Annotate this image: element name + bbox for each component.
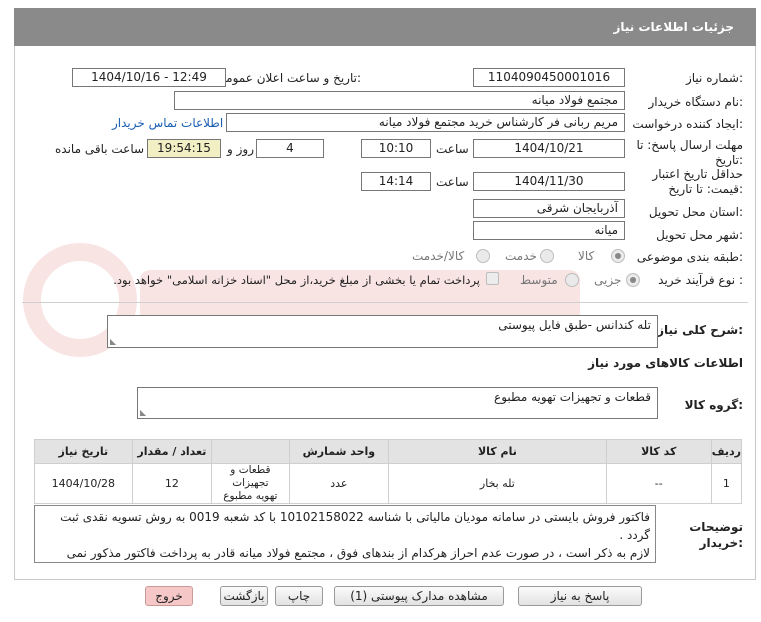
print-button[interactable]: چاپ [275,586,323,606]
cell-code: -- [605,463,712,504]
city-label: شهر محل تحویل: [656,228,743,242]
price-validity-label-line1: حداقل تاریخ اعتبار [652,167,743,181]
summary-label: شرح کلی نیاز: [657,323,743,337]
col-header-name: نام کالا [388,439,607,464]
need-number-field: 1104090450001016 [473,68,625,87]
category-radio-service[interactable] [540,249,554,263]
col-header-group [211,439,290,464]
category-label: طبقه بندی موضوعی: [636,250,743,264]
buyer-notes-line2: لازم به ذکر است ، در صورت عدم احراز هرکد… [66,546,650,560]
goods-group-text: قطعات و تجهیزات تهویه مطبوع [494,390,651,404]
cell-group-line2: تهویه مطبوع [223,490,278,502]
price-validity-time-label: ساعت [436,175,469,189]
days-label: روز و [227,142,254,156]
remaining-time-label: ساعت باقی مانده [55,142,145,156]
category-option-service: خدمت [505,249,537,263]
col-header-code: کد کالا [605,439,712,464]
deadline-time-label: ساعت [436,142,469,156]
purchase-option-medium: متوسط [520,273,558,287]
price-validity-label-line2: قیمت: تا تاریخ: [668,182,743,196]
deadline-label-line2: تاریخ: [715,153,743,167]
cell-row: 1 [710,463,743,504]
remaining-time-field: 19:54:15 [147,139,221,158]
goods-table: ردیف کد کالا نام کالا واحد شمارش تعداد /… [34,439,743,504]
goods-info-title: اطلاعات کالاهای مورد نیاز [588,356,743,370]
buyer-notes-label-line2: خریدار: [699,536,743,550]
days-remaining-field: 4 [256,139,324,158]
deadline-label-line1: مهلت ارسال پاسخ: تا [636,138,743,152]
purchase-option-minor: جزیی [594,273,622,287]
col-header-row: ردیف [710,439,743,464]
goods-group-label: گروه کالا: [684,398,743,412]
requester-field: مریم ربانی فر کارشناس خرید مجتمع فولاد م… [226,113,625,132]
announce-label: تاریخ و ساعت اعلان عمومی: [216,71,361,85]
title-bar: جزئیات اطلاعات نیاز [14,8,756,46]
category-radio-goods[interactable] [611,249,625,263]
price-validity-time-field: 14:14 [361,172,431,191]
purchase-type-label: نوع فرآیند خرید : [658,273,743,287]
view-attachments-button[interactable]: مشاهده مدارک پیوستی (1) [334,586,504,606]
cell-qty: 12 [131,463,213,504]
province-field: آذربایجان شرقی [473,199,625,218]
buyer-contact-link[interactable]: اطلاعات تماس خریدار [112,116,223,130]
col-header-qty: تعداد / مقدار [131,439,213,464]
price-validity-date-field: 1404/11/30 [473,172,625,191]
treasury-payment-checkbox[interactable] [486,272,499,285]
table-row[interactable]: 1 -- تله بخار عدد قطعات و تجهیزات تهویه … [34,463,743,504]
city-field: میانه [473,221,625,240]
cell-group: قطعات و تجهیزات تهویه مطبوع [211,463,290,504]
treasury-payment-note: پرداخت تمام یا بخشی از مبلغ خرید،از محل … [113,273,480,287]
announce-field: 1404/10/16 - 12:49 [72,68,226,87]
col-header-date: تاریخ نیاز [34,439,133,464]
category-radio-goods-service[interactable] [476,249,490,263]
category-option-goods-service: کالا/خدمت [412,249,465,263]
col-header-unit: واحد شمارش [288,439,390,464]
resize-handle-icon[interactable]: ◢ [140,408,146,417]
buyer-org-label: نام دستگاه خریدار: [648,95,744,109]
resize-handle-icon[interactable]: ◢ [110,337,116,346]
need-number-label: شماره نیاز: [685,71,743,85]
buyer-notes-line1: فاکتور فروش بایستی در سامانه مودیان مالی… [60,510,650,542]
cell-group-line1: قطعات و تجهیزات [230,464,271,489]
summary-text: تله کندانس -طبق فایل پیوستی [498,318,651,332]
buyer-org-field: مجتمع فولاد میانه [174,91,625,110]
cell-name: تله بخار [388,463,607,504]
buyer-notes-label-line1: توضیحات [689,520,743,534]
purchase-radio-medium[interactable] [565,273,579,287]
requester-label: ایجاد کننده درخواست: [632,117,743,131]
divider [22,302,748,303]
reply-button[interactable]: پاسخ به نیاز [518,586,642,606]
goods-group-textbox: قطعات و تجهیزات تهویه مطبوع ◢ [137,387,658,419]
province-label: استان محل تحویل: [648,205,743,219]
cell-unit: عدد [288,463,390,504]
table-header-row: ردیف کد کالا نام کالا واحد شمارش تعداد /… [34,439,743,464]
buyer-notes-box: فاکتور فروش بایستی در سامانه مودیان مالی… [34,505,656,563]
summary-textbox: تله کندانس -طبق فایل پیوستی ◢ [107,315,658,348]
purchase-radio-minor[interactable] [626,273,640,287]
cell-date: 1404/10/28 [34,463,133,504]
exit-button[interactable]: خروج [145,586,193,606]
deadline-date-field: 1404/10/21 [473,139,625,158]
page-title: جزئیات اطلاعات نیاز [613,20,734,34]
deadline-time-field: 10:10 [361,139,431,158]
category-option-goods: کالا [578,249,595,263]
back-button[interactable]: بازگشت [220,586,268,606]
